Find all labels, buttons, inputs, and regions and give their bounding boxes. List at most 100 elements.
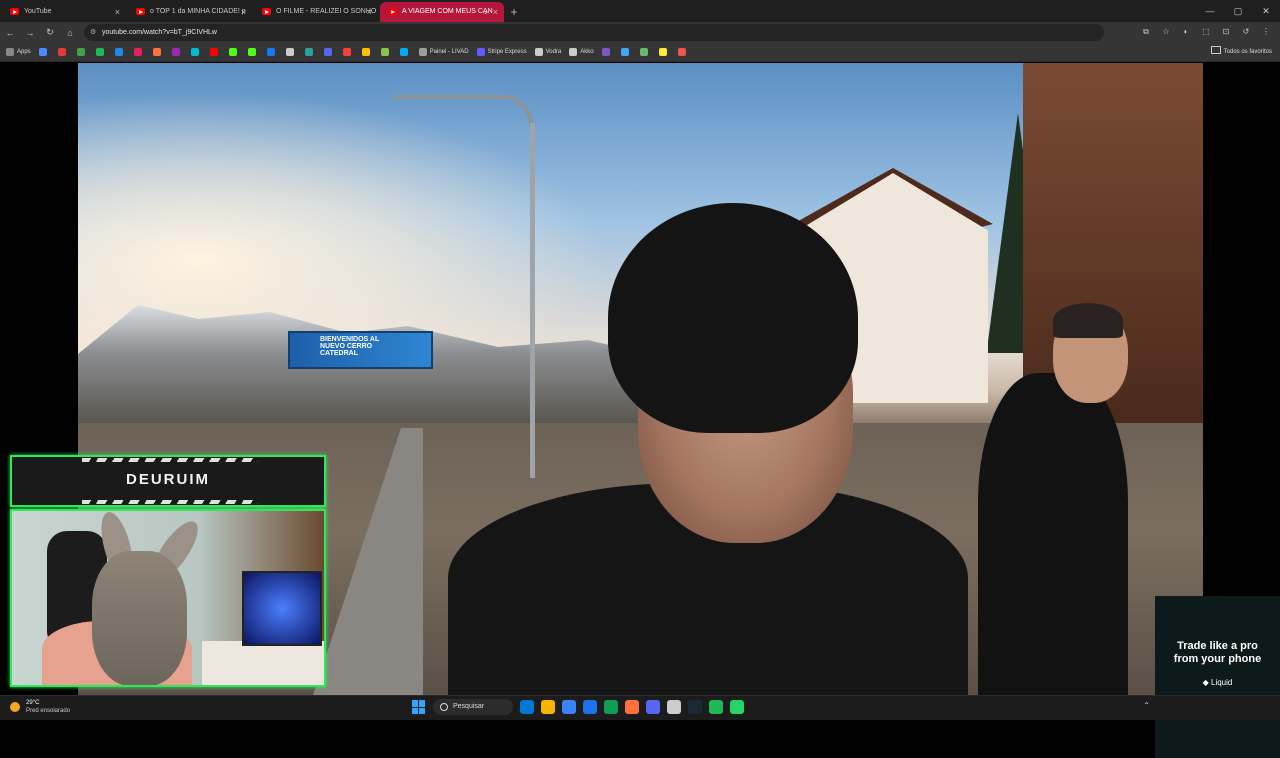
decorative-stripes — [82, 500, 258, 504]
weather-widget[interactable]: 29°C Pred ensolarado — [10, 699, 70, 715]
home-icon[interactable]: ⌂ — [60, 28, 80, 38]
bookmark-item[interactable]: Akko — [569, 48, 594, 56]
taskbar-app-icon[interactable] — [604, 700, 618, 714]
start-icon[interactable] — [412, 700, 426, 714]
taskbar-app-icon[interactable] — [583, 700, 597, 714]
webcam-pc-case — [242, 571, 322, 646]
close-icon[interactable]: × — [115, 2, 120, 22]
maximize-button[interactable]: ▢ — [1224, 0, 1252, 22]
extension-icon[interactable]: ◐ — [1180, 25, 1192, 39]
menu-icon[interactable]: ⋮ — [1260, 25, 1272, 39]
browser-tab[interactable]: o TOP 1 da MINHA CIDADE! p × — [128, 2, 252, 22]
close-icon[interactable]: × — [367, 2, 372, 22]
close-window-button[interactable]: ✕ — [1252, 0, 1280, 22]
site-info-icon[interactable]: ⚙ — [90, 24, 96, 41]
bookmarks-bar: Apps Painel - LIVAD Stripe Express Vodra Akk… — [0, 43, 1280, 62]
side-panel-icon[interactable]: ⊡ — [1220, 25, 1232, 39]
bookmark-favicon-icon — [57, 48, 66, 56]
bookmark-item[interactable] — [658, 48, 670, 56]
bookmark-item[interactable] — [323, 48, 335, 56]
bookmark-item[interactable] — [304, 48, 316, 56]
tab-title: O FILME - REALIZEI O SONHO — [276, 8, 377, 15]
browser-tab-active[interactable]: A VIAGEM COM MEUS CAN ♪ × — [380, 2, 504, 22]
bookmark-item[interactable] — [247, 48, 259, 56]
bookmark-item[interactable] — [209, 48, 221, 56]
video-person-background — [978, 373, 1128, 695]
taskbar-search[interactable]: Pesquisar — [433, 699, 513, 715]
taskbar-app-icon[interactable] — [562, 700, 576, 714]
bookmark-item[interactable] — [399, 48, 411, 56]
bookmark-favicon-icon — [171, 48, 180, 56]
taskbar-app-icon[interactable] — [709, 700, 723, 714]
bookmark-item[interactable] — [639, 48, 651, 56]
bookmark-item[interactable] — [361, 48, 373, 56]
taskbar-app-icon[interactable] — [688, 700, 702, 714]
bookmark-item[interactable] — [95, 48, 107, 56]
taskbar-app-icon[interactable] — [646, 700, 660, 714]
bookmark-favicon-icon — [380, 48, 389, 56]
audio-playing-icon[interactable]: ♪ — [484, 2, 488, 22]
video-person-background-hair — [1053, 303, 1123, 338]
bookmark-item[interactable] — [620, 48, 632, 56]
bookmark-item[interactable] — [285, 48, 297, 56]
tray-chevron-icon[interactable]: ⌃ — [1143, 701, 1150, 710]
windows-taskbar: 29°C Pred ensolarado Pesquisar ⌃ — [0, 695, 1280, 720]
bookmark-item[interactable] — [76, 48, 88, 56]
bookmark-favicon-icon — [209, 48, 218, 56]
forward-icon[interactable]: → — [20, 28, 40, 38]
bookmark-item[interactable] — [57, 48, 69, 56]
taskbar-app-icon[interactable] — [730, 700, 744, 714]
bookmark-item[interactable] — [38, 48, 50, 56]
bookmark-favicon-icon — [38, 48, 47, 56]
bookmark-favicon-icon — [228, 48, 237, 56]
bookmark-item[interactable] — [133, 48, 145, 56]
bookmark-favicon-icon — [534, 48, 543, 56]
bookmark-item[interactable] — [114, 48, 126, 56]
address-bar[interactable]: ⚙ youtube.com/watch?v=bT_j9CIVHLw — [84, 24, 1104, 41]
reload-icon[interactable]: ↻ — [40, 27, 60, 38]
open-in-app-icon[interactable]: ⧉ — [1140, 25, 1152, 39]
bookmark-favicon-icon — [304, 48, 313, 56]
minimize-button[interactable]: — — [1196, 0, 1224, 22]
bookmark-favicon-icon — [114, 48, 123, 56]
bookmark-item[interactable] — [601, 48, 613, 56]
bookmark-favicon-icon — [476, 48, 485, 56]
youtube-icon — [136, 8, 145, 15]
bookmark-label: Akko — [580, 49, 594, 55]
taskbar-app-icon[interactable] — [541, 700, 555, 714]
all-bookmarks-folder[interactable]: Todos os favoritos — [1211, 43, 1272, 62]
bookmark-item[interactable] — [152, 48, 164, 56]
close-icon[interactable]: × — [493, 2, 498, 22]
bookmark-item[interactable] — [380, 48, 392, 56]
bookmark-favicon-icon — [266, 48, 275, 56]
browser-tab[interactable]: YouTube × — [2, 2, 126, 22]
bookmark-item[interactable]: Vodra — [534, 48, 562, 56]
bookmark-item[interactable] — [677, 48, 689, 56]
bookmark-item[interactable]: Apps — [6, 48, 31, 56]
bookmark-favicon-icon — [285, 48, 294, 56]
taskbar-app-icon[interactable] — [667, 700, 681, 714]
ad-banner[interactable]: Trade like a pro from your phone ◆ Liqui… — [1155, 596, 1280, 758]
tab-title: A VIAGEM COM MEUS CAN — [402, 8, 493, 15]
history-icon[interactable]: ↺ — [1240, 25, 1252, 39]
bookmark-item[interactable] — [190, 48, 202, 56]
bookmark-star-icon[interactable]: ☆ — [1160, 25, 1172, 39]
extensions-puzzle-icon[interactable]: ⬚ — [1200, 25, 1212, 39]
taskbar-app-icon[interactable] — [520, 700, 534, 714]
bookmark-item[interactable] — [266, 48, 278, 56]
taskbar-app-icon[interactable] — [625, 700, 639, 714]
youtube-icon — [10, 8, 19, 15]
video-streetlamp-arm — [393, 95, 533, 129]
bookmark-item[interactable]: Stripe Express — [476, 48, 527, 56]
browser-tab[interactable]: O FILME - REALIZEI O SONHO × — [254, 2, 378, 22]
new-tab-button[interactable]: + — [504, 2, 524, 22]
bookmark-favicon-icon — [361, 48, 370, 56]
bookmark-label: Vodra — [545, 49, 562, 55]
bookmark-item[interactable] — [171, 48, 183, 56]
bookmark-favicon-icon — [323, 48, 332, 56]
bookmark-item[interactable] — [228, 48, 240, 56]
back-icon[interactable]: ← — [0, 28, 20, 38]
bookmark-item[interactable]: Painel - LIVAD — [418, 48, 469, 56]
close-icon[interactable]: × — [241, 2, 246, 22]
bookmark-item[interactable] — [342, 48, 354, 56]
